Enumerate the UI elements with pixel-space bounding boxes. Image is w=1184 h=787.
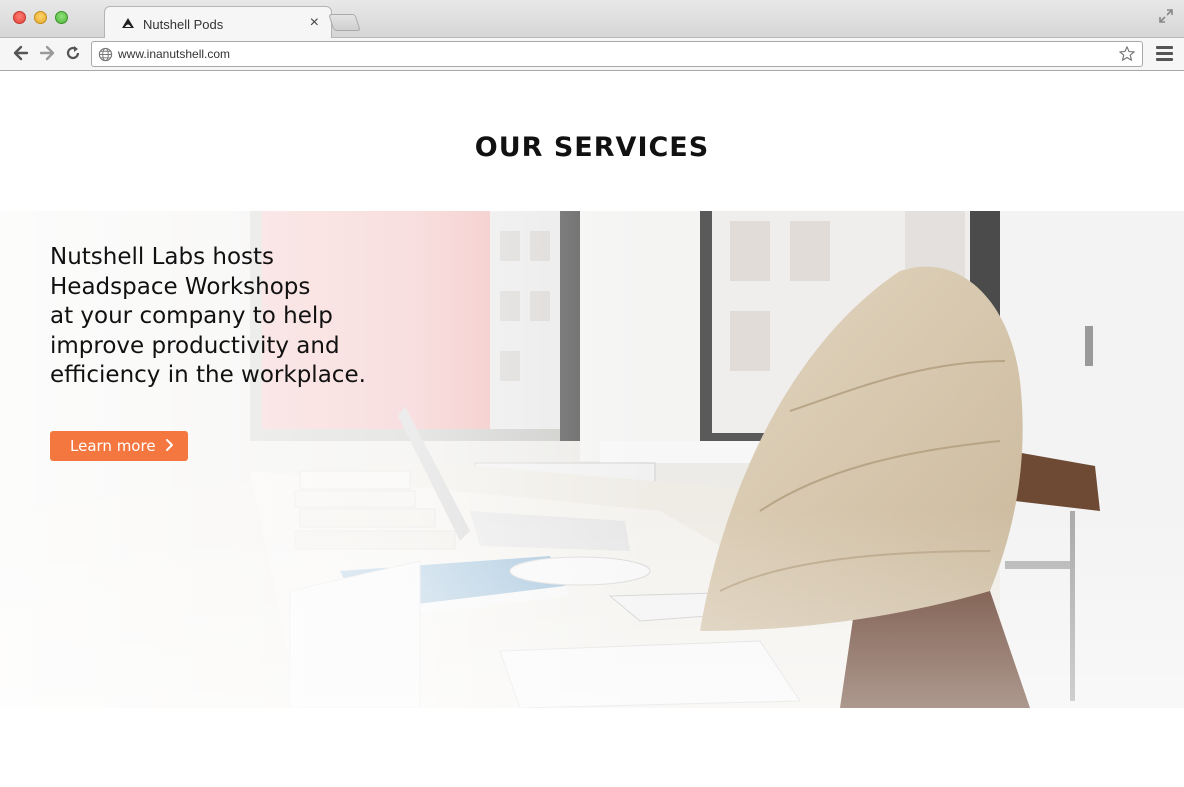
browser-titlebar: Nutshell Pods × bbox=[0, 0, 1184, 39]
learn-more-label: Learn more bbox=[70, 437, 156, 455]
hero-line: Nutshell Labs hosts bbox=[50, 244, 275, 270]
url-text[interactable]: www.inanutshell.com bbox=[118, 47, 230, 61]
star-icon[interactable] bbox=[1118, 45, 1136, 63]
minimize-window-icon[interactable] bbox=[34, 11, 47, 24]
hero-line: Headspace Workshops bbox=[50, 273, 311, 300]
menu-icon[interactable] bbox=[1156, 46, 1173, 61]
tab-title: Nutshell Pods bbox=[143, 17, 224, 32]
back-icon[interactable] bbox=[12, 44, 30, 62]
globe-icon bbox=[98, 47, 113, 62]
browser-tab[interactable]: Nutshell Pods × bbox=[104, 6, 332, 39]
zoom-window-icon[interactable] bbox=[55, 11, 68, 24]
tab-close-icon[interactable]: × bbox=[310, 14, 319, 32]
forward-icon[interactable] bbox=[38, 44, 56, 62]
fullscreen-icon[interactable] bbox=[1158, 8, 1174, 24]
address-bar[interactable]: www.inanutshell.com bbox=[91, 41, 1143, 67]
section-title: OUR SERVICES bbox=[474, 132, 710, 163]
nutshell-favicon-icon bbox=[122, 18, 134, 28]
close-window-icon[interactable] bbox=[13, 11, 26, 24]
hero-description: Nutshell Labs hosts Headspace Workshops … bbox=[50, 243, 430, 391]
new-tab-button[interactable] bbox=[328, 14, 361, 31]
page-content: OUR SERVICES Nutshell Labs hosts Headspa… bbox=[0, 72, 1184, 787]
browser-toolbar: www.inanutshell.com bbox=[0, 38, 1184, 71]
hero-line: at your company to help bbox=[50, 303, 333, 329]
learn-more-button[interactable]: Learn more bbox=[50, 431, 188, 461]
hero-banner: Nutshell Labs hosts Headspace Workshops … bbox=[0, 211, 1184, 708]
hero-line: efficiency in the workplace. bbox=[50, 362, 366, 388]
hero-line: improve productivity and bbox=[50, 332, 340, 359]
reload-icon[interactable] bbox=[64, 44, 82, 62]
chevron-right-icon bbox=[166, 439, 173, 451]
